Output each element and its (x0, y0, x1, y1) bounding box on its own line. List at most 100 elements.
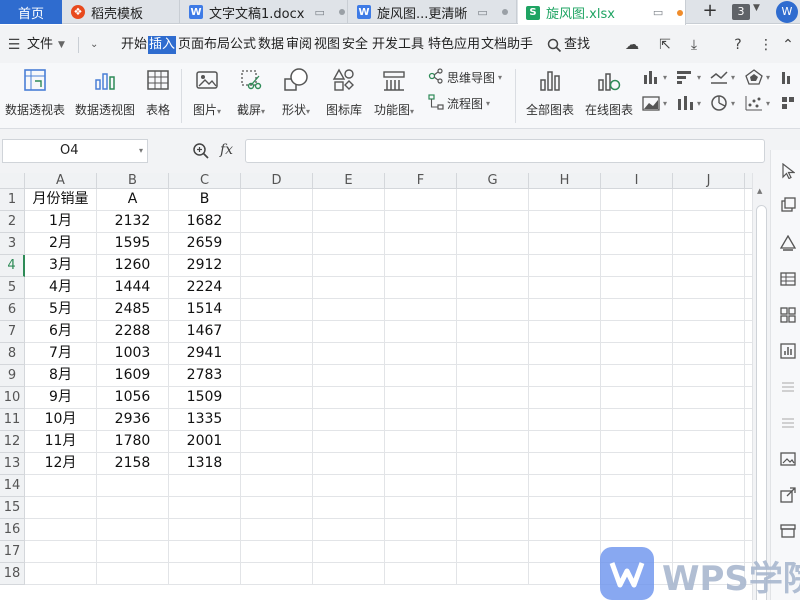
scrollbar-thumb[interactable] (756, 205, 767, 600)
cell[interactable] (457, 563, 529, 585)
cell[interactable]: A (97, 189, 169, 211)
avatar[interactable]: W (776, 1, 798, 23)
function-icon[interactable]: fx (220, 142, 233, 158)
cell[interactable] (25, 475, 97, 497)
cell[interactable] (529, 255, 601, 277)
menu-home[interactable]: 开始 (121, 36, 147, 54)
cloud-icon[interactable]: ☁ (622, 35, 642, 55)
cell[interactable] (25, 497, 97, 519)
cell[interactable] (169, 541, 241, 563)
cell[interactable] (745, 189, 752, 211)
cell[interactable] (313, 321, 385, 343)
row-header[interactable]: 9 (0, 365, 25, 387)
cell[interactable]: 1318 (169, 453, 241, 475)
cell[interactable] (457, 497, 529, 519)
cell[interactable] (385, 321, 457, 343)
close-dot-icon[interactable] (501, 9, 508, 15)
cell[interactable] (673, 299, 745, 321)
cell[interactable] (673, 519, 745, 541)
cell[interactable] (529, 299, 601, 321)
column-header-b[interactable]: B (97, 173, 169, 189)
cell[interactable] (529, 475, 601, 497)
area-chart-icon[interactable]: ▾ (642, 93, 667, 113)
menu-page-layout[interactable]: 页面布局 (178, 36, 230, 54)
archive-icon[interactable] (779, 522, 797, 540)
cell[interactable]: 1月 (25, 211, 97, 233)
cell[interactable] (529, 431, 601, 453)
cell[interactable] (241, 233, 313, 255)
row-header[interactable]: 4 (0, 255, 25, 277)
cell[interactable] (241, 519, 313, 541)
cell[interactable] (529, 321, 601, 343)
cell[interactable]: 3月 (25, 255, 97, 277)
tab-tornado-doc[interactable]: W 旋风图...更清晰 ▭ (349, 0, 517, 24)
row-header[interactable]: 17 (0, 541, 25, 563)
column-header-e[interactable]: E (313, 173, 385, 189)
cell[interactable] (745, 277, 752, 299)
cell[interactable] (241, 563, 313, 585)
cell[interactable] (457, 387, 529, 409)
column-header-c[interactable]: C (169, 173, 241, 189)
cell[interactable] (745, 519, 752, 541)
cell[interactable] (529, 189, 601, 211)
menu-assistant[interactable]: 文档助手 (481, 36, 533, 54)
chevron-up-icon[interactable]: ⌃ (778, 35, 798, 55)
cell[interactable] (601, 277, 673, 299)
style-icon[interactable] (779, 234, 797, 252)
cell[interactable] (745, 211, 752, 233)
cell[interactable] (385, 431, 457, 453)
cell[interactable] (601, 519, 673, 541)
row-header[interactable]: 10 (0, 387, 25, 409)
cell[interactable] (457, 365, 529, 387)
row-header[interactable]: 5 (0, 277, 25, 299)
cell[interactable] (601, 475, 673, 497)
cell[interactable]: 2001 (169, 431, 241, 453)
cell[interactable] (313, 519, 385, 541)
cell[interactable]: 1003 (97, 343, 169, 365)
cell[interactable] (241, 299, 313, 321)
column-header-h[interactable]: H (529, 173, 601, 189)
cell[interactable] (385, 255, 457, 277)
cell[interactable] (25, 563, 97, 585)
cell[interactable]: 1609 (97, 365, 169, 387)
cell[interactable] (673, 365, 745, 387)
menu-special[interactable]: 特色应用 (428, 36, 480, 54)
cell[interactable] (241, 453, 313, 475)
cell[interactable] (529, 365, 601, 387)
menu-data[interactable]: 数据 (258, 36, 284, 54)
chevron-down-icon[interactable]: ▾ (139, 140, 143, 162)
cell[interactable] (169, 497, 241, 519)
cell[interactable] (241, 255, 313, 277)
sliders-icon[interactable] (779, 414, 797, 432)
cell[interactable]: 10月 (25, 409, 97, 431)
vertical-scrollbar[interactable]: ▲ (752, 173, 770, 600)
cell[interactable] (313, 233, 385, 255)
cell[interactable] (457, 409, 529, 431)
new-tab-button[interactable]: + (698, 0, 722, 24)
cell[interactable]: 2912 (169, 255, 241, 277)
cell[interactable] (97, 497, 169, 519)
column-chart-icon[interactable]: ▾ (642, 67, 667, 87)
cell[interactable] (385, 563, 457, 585)
cell[interactable] (673, 277, 745, 299)
cell[interactable]: 1595 (97, 233, 169, 255)
cell[interactable] (457, 519, 529, 541)
more-icon[interactable]: ⋮ (756, 35, 776, 55)
scatter-chart-icon[interactable]: ▾ (745, 93, 770, 113)
cell[interactable]: 4月 (25, 277, 97, 299)
more-charts-icon[interactable] (780, 93, 796, 113)
cell[interactable] (457, 541, 529, 563)
cell[interactable] (673, 321, 745, 343)
screenshot-button[interactable]: 截屏▾ (232, 66, 270, 118)
share-panel-icon[interactable] (779, 486, 797, 504)
hamburger-icon[interactable]: ☰ (4, 35, 24, 55)
cell[interactable] (601, 321, 673, 343)
mind-map-button[interactable]: 思维导图 ▾ (428, 67, 502, 87)
share-icon[interactable]: ⇱ (655, 35, 675, 55)
icon-library-button[interactable]: 图标库 (324, 66, 364, 118)
cell[interactable] (385, 211, 457, 233)
tab-tornado-xlsx[interactable]: S 旋风图.xlsx ▭ (518, 0, 686, 25)
export-icon[interactable]: ⤓ (684, 35, 704, 55)
cell[interactable]: 1682 (169, 211, 241, 233)
cell[interactable] (169, 475, 241, 497)
